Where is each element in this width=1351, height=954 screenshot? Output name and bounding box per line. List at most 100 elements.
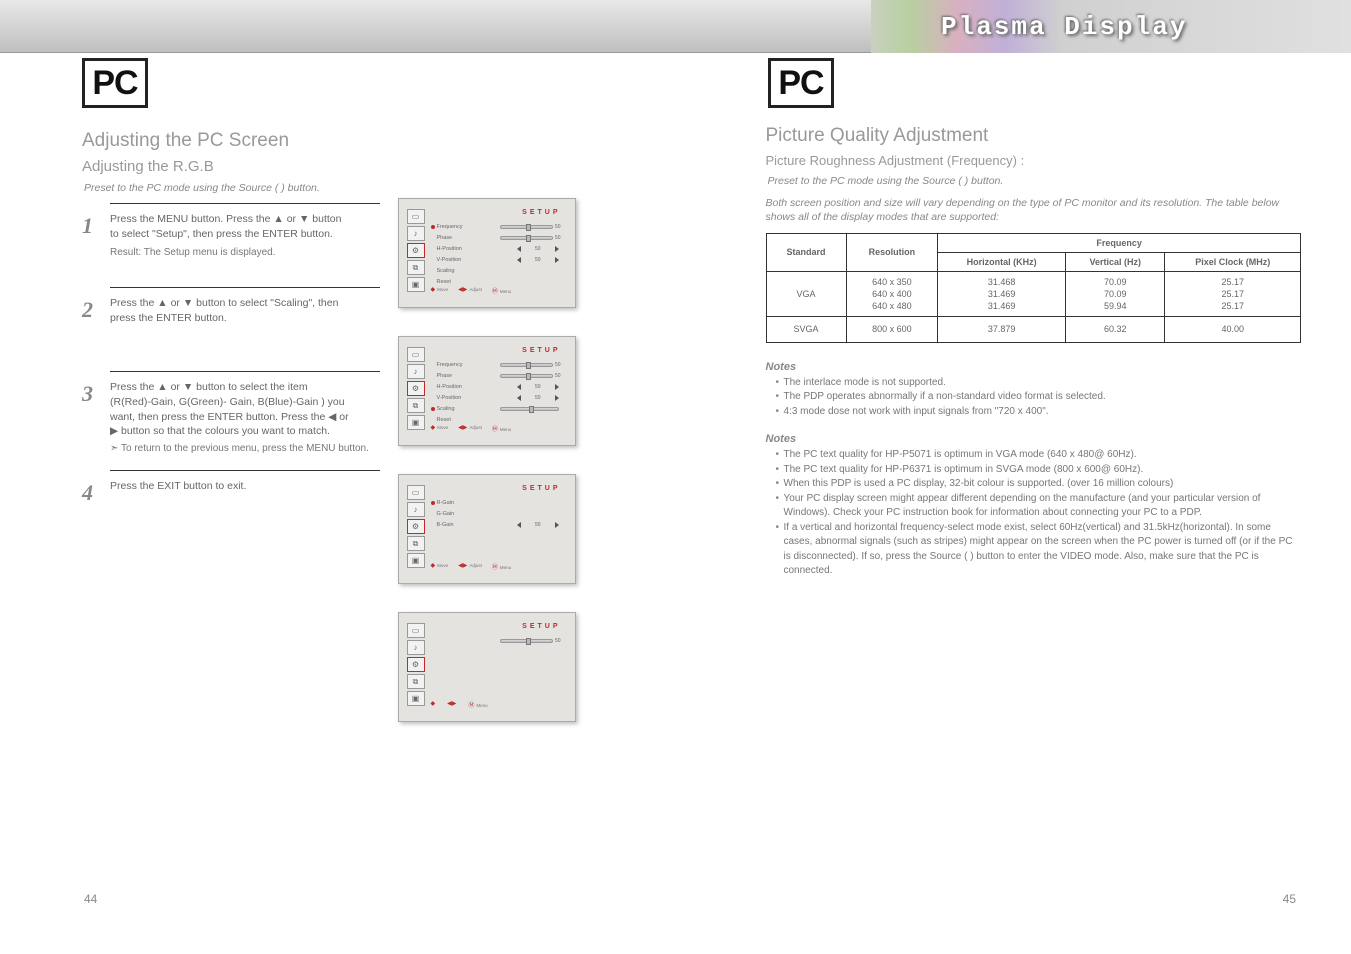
osd-title: SETUP — [522, 209, 560, 216]
table-cell: 37.879 — [938, 316, 1066, 342]
note-heading: Notes — [766, 433, 1302, 445]
note-item: The PDP operates abnormally if a non-sta… — [776, 390, 1302, 405]
osd-row: V-Position50 — [431, 254, 563, 265]
right-intro: Preset to the PC mode using the Source (… — [766, 174, 1302, 188]
osd-sidebar-icon: ▣ — [407, 553, 425, 568]
osd-sidebar: ▭ ♪ ⚙ ⧉ ▣ — [407, 347, 425, 430]
osd-sidebar-icon: ⚙ — [407, 381, 425, 396]
osd-items: 50 — [431, 635, 563, 646]
left-intro: Preset to the PC mode using the Source (… — [82, 181, 581, 195]
osd-sidebar-icon: ♪ — [407, 226, 425, 241]
th-standard: Standard — [766, 233, 846, 271]
note-block: Notes The interlace mode is not supported… — [766, 361, 1302, 420]
step-number: 2 — [82, 297, 93, 323]
table-cell: 800 x 600 — [846, 316, 938, 342]
osd-sidebar: ▭♪⚙⧉▣ — [407, 209, 425, 292]
note-item: When this PDP is used a PC display, 32-b… — [776, 477, 1302, 492]
table-cell: 640 x 350640 x 400640 x 480 — [846, 271, 938, 316]
osd-items: R-GainG-GainB-Gain50 — [431, 497, 563, 530]
osd-row: Scaling — [431, 265, 563, 276]
left-page: Adjusting the PC Screen Adjusting the R.… — [0, 0, 676, 924]
th-frequency: Frequency — [938, 233, 1301, 252]
osd-sidebar-icon: ♪ — [407, 364, 425, 379]
table-cell: VGA — [766, 271, 846, 316]
osd-thumb: SETUP ▭ ♪ ⚙ ⧉ ▣ Frequency50Phase50H-Position50… — [398, 336, 576, 446]
note-heading: Notes — [766, 361, 1302, 373]
step-body: Press the ▲ or ▼ button to select the it… — [110, 380, 350, 439]
th-horizontal: Horizontal (KHz) — [938, 252, 1066, 271]
step-body: Press the EXIT button to exit. — [110, 479, 350, 494]
osd-row: G-Gain — [431, 508, 563, 519]
osd-sidebar-icon: ▭ — [407, 623, 425, 638]
osd-items: Frequency50Phase50H-Position50V-Position… — [431, 221, 563, 287]
table-row: SVGA800 x 60037.87960.3240.00 — [766, 316, 1301, 342]
osd-hints: ◆Move◀▶AdjustⓂMenu — [431, 424, 561, 433]
page-number-right: 45 — [1283, 892, 1296, 906]
note-item: Your PC display screen might appear diff… — [776, 492, 1302, 521]
display-mode-table: Standard Resolution Frequency Horizontal… — [766, 233, 1302, 343]
osd-sidebar-icon: ⧉ — [407, 260, 425, 275]
note-item: The PC text quality for HP-P6371 is opti… — [776, 463, 1302, 478]
osd-row: Phase50 — [431, 370, 563, 381]
notes-blocks: Notes The interlace mode is not supported… — [766, 361, 1302, 579]
osd-sidebar-icon: ⧉ — [407, 536, 425, 551]
note-body: The interlace mode is not supported.The … — [766, 376, 1302, 420]
th-pixelclock: Pixel Clock (MHz) — [1165, 252, 1301, 271]
note-item: 4:3 mode dose not work with input signal… — [776, 405, 1302, 420]
osd-sidebar-icon: ▭ — [407, 347, 425, 362]
osd-thumb: SETUP▭♪⚙⧉▣Frequency50Phase50H-Position50… — [398, 198, 576, 308]
osd-sidebar: ▭ ♪ ⚙ ⧉ ▣ — [407, 623, 425, 706]
osd-row: V-Position50 — [431, 392, 563, 403]
osd-row: Scaling — [431, 403, 563, 414]
osd-row: Phase50 — [431, 232, 563, 243]
osd-sidebar-icon: ⚙ — [407, 657, 425, 672]
osd-sidebar: ▭ ♪ ⚙ ⧉ ▣ — [407, 485, 425, 568]
left-subsection-title: Adjusting the R.G.B — [82, 158, 581, 175]
osd-thumbnails: SETUP▭♪⚙⧉▣Frequency50Phase50H-Position50… — [398, 198, 576, 750]
step-number: 1 — [82, 213, 93, 239]
th-vertical: Vertical (Hz) — [1066, 252, 1165, 271]
step-number: 3 — [82, 381, 93, 407]
table-row: VGA640 x 350640 x 400640 x 48031.46831.4… — [766, 271, 1301, 316]
osd-hints: ◆Move◀▶AdjustⓂMenu — [431, 562, 561, 571]
osd-row: H-Position50 — [431, 381, 563, 392]
table-cell: 60.32 — [1066, 316, 1165, 342]
table-cell: 70.0970.0959.94 — [1066, 271, 1165, 316]
osd-row: R-Gain — [431, 497, 563, 508]
osd-sidebar-icon: ▭ — [407, 485, 425, 500]
right-title: Picture Quality Adjustment — [766, 125, 1302, 147]
osd-sidebar-icon: ▣ — [407, 277, 425, 292]
th-resolution: Resolution — [846, 233, 938, 271]
osd-items: Frequency50Phase50H-Position50V-Position… — [431, 359, 563, 425]
step-body: Press the ▲ or ▼ button to select "Scali… — [110, 296, 350, 325]
right-postintro: Both screen position and size will vary … — [766, 196, 1302, 224]
osd-row: H-Position50 — [431, 243, 563, 254]
osd-hints: ◆Move◀▶AdjustⓂMenu — [431, 286, 561, 295]
osd-title: SETUP — [522, 485, 560, 492]
osd-sidebar-icon: ▣ — [407, 415, 425, 430]
osd-hints: ◆◀▶ⓂMenu — [431, 700, 561, 709]
step-number: 4 — [82, 480, 93, 506]
osd-thumb: SETUP ▭ ♪ ⚙ ⧉ ▣ R-GainG-GainB-Gain50 ◆Move◀▶Adj… — [398, 474, 576, 584]
osd-sidebar-icon: ⚙ — [407, 243, 425, 258]
osd-row: Frequency50 — [431, 221, 563, 232]
osd-sidebar-icon: ⚙ — [407, 519, 425, 534]
osd-sidebar-icon: ⧉ — [407, 398, 425, 413]
osd-title: SETUP — [522, 347, 560, 354]
table-cell: 25.1725.1725.17 — [1165, 271, 1301, 316]
osd-row: Frequency50 — [431, 359, 563, 370]
osd-sidebar-icon: ♪ — [407, 502, 425, 517]
note-block: NotesThe PC text quality for HP-P5071 is… — [766, 433, 1302, 579]
osd-sidebar-icon: ♪ — [407, 640, 425, 655]
osd-row: B-Gain50 — [431, 519, 563, 530]
osd-sidebar-icon: ⧉ — [407, 674, 425, 689]
osd-title: SETUP — [522, 623, 560, 630]
right-page: Picture Quality Adjustment Picture Rough… — [676, 0, 1351, 924]
left-title: Adjusting the PC Screen — [82, 130, 581, 152]
page-number-left: 44 — [84, 892, 97, 906]
step-body: Press the MENU button. Press the ▲ or ▼ … — [110, 212, 350, 241]
osd-thumb: SETUP ▭ ♪ ⚙ ⧉ ▣ 50 ◆◀▶ⓂMenu — [398, 612, 576, 722]
note-item: If a vertical and horizontal frequency-s… — [776, 521, 1302, 579]
note-item: The interlace mode is not supported. — [776, 376, 1302, 391]
osd-sidebar-icon: ▣ — [407, 691, 425, 706]
